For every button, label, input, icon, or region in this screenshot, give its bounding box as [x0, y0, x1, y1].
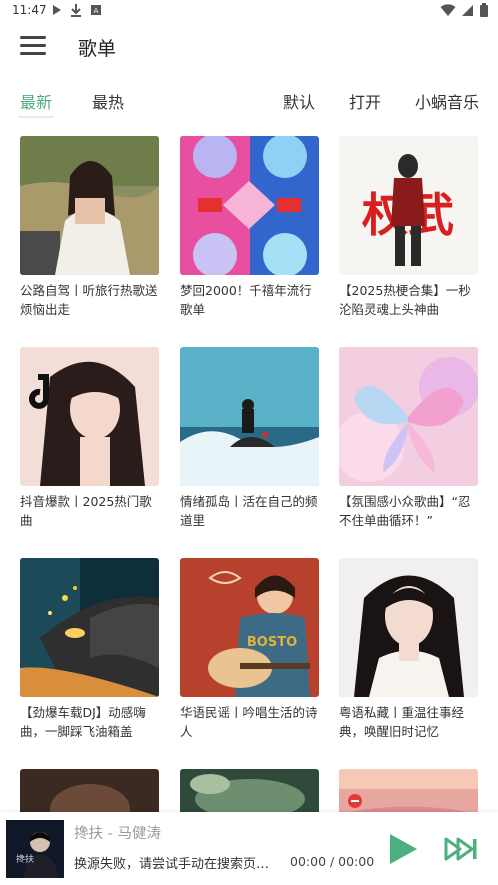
playlist-cover [339, 347, 478, 486]
playlist-card[interactable]: 情绪孤岛丨活在自己的频道里 [180, 347, 319, 530]
app-notification-icon: A [91, 5, 101, 15]
tab-hottest[interactable]: 最热 [92, 89, 124, 113]
filter-bar: 最新 最热 默认 打开 小蜗音乐 [0, 80, 498, 118]
playlist-cover [20, 136, 159, 275]
playlist-card[interactable]: 【劲爆车载DJ】动感嗨曲，一脚踩飞油箱盖 [20, 558, 159, 741]
signal-icon [462, 4, 473, 16]
svg-text:搀扶: 搀扶 [16, 853, 34, 865]
playlist-cover [339, 558, 478, 697]
status-right-icons [440, 3, 488, 17]
battery-icon [480, 3, 488, 17]
menu-icon[interactable] [20, 36, 46, 58]
now-playing-title: 搀扶 - 马健涛 [74, 826, 161, 842]
playlist-cover [180, 136, 319, 275]
playlist-title: 粤语私藏丨重温往事经典，唤醒旧时记忆 [339, 705, 465, 739]
status-bar: 11:47 A [0, 0, 498, 22]
playlist-cover: BOSTO [180, 558, 319, 697]
playlist-title: 华语民谣丨吟唱生活的诗人 [180, 705, 318, 739]
playlist-title: 抖音爆款丨2025热门歌曲 [20, 494, 152, 528]
status-time: 11:47 [12, 3, 47, 17]
play-notification-icon [53, 5, 61, 15]
mini-player[interactable]: 搀扶 搀扶 - 马健涛 换源失败，请尝试手动在搜索页指定歌曲 00:00 / 0… [0, 812, 498, 885]
playlist-card[interactable]: 公路自驾丨听旅行热歌送烦恼出走 [20, 136, 159, 319]
wifi-icon [440, 3, 456, 16]
app-bar: 歌单 [0, 22, 498, 72]
playlist-card[interactable]: BOSTO 华语民谣丨吟唱生活的诗人 [180, 558, 319, 741]
playlist-cover [20, 347, 159, 486]
playlist-card[interactable]: 权武 【2025热梗合集】一秒沦陷灵魂上头神曲 [339, 136, 478, 319]
svg-text:A: A [94, 7, 99, 15]
playlist-title: 梦回2000！千禧年流行歌单 [180, 283, 312, 317]
xiaowo-music-button[interactable]: 小蜗音乐 [415, 89, 479, 113]
playlist-cover: 权武 [339, 136, 478, 275]
status-left-icons: A [52, 3, 102, 17]
playlist-cover [180, 347, 319, 486]
playlist-card[interactable]: 抖音爆款丨2025热门歌曲 [20, 347, 159, 530]
playlist-title: 【2025热梗合集】一秒沦陷灵魂上头神曲 [339, 283, 471, 317]
player-album-cover[interactable]: 搀扶 [6, 820, 64, 878]
playlist-card[interactable]: 梦回2000！千禧年流行歌单 [180, 136, 319, 319]
play-icon[interactable] [387, 832, 419, 866]
playlist-title: 情绪孤岛丨活在自己的频道里 [180, 494, 318, 528]
playback-status: 换源失败，请尝试手动在搜索页指定歌曲 [74, 857, 274, 872]
playlist-card[interactable]: 【氛围感小众歌曲】“忍不住单曲循环！” [339, 347, 478, 530]
page-title: 歌单 [78, 38, 117, 60]
download-icon [71, 4, 81, 17]
skip-next-icon[interactable] [444, 837, 478, 861]
playlist-title: 【劲爆车载DJ】动感嗨曲，一脚踩飞油箱盖 [20, 705, 146, 739]
playlist-cover [20, 558, 159, 697]
playlist-title: 公路自驾丨听旅行热歌送烦恼出走 [20, 283, 158, 317]
tab-newest[interactable]: 最新 [17, 89, 55, 118]
playback-time: 00:00 / 00:00 [290, 854, 375, 869]
playlist-card[interactable]: 粤语私藏丨重温往事经典，唤醒旧时记忆 [339, 558, 478, 741]
playlist-title: 【氛围感小众歌曲】“忍不住单曲循环！” [339, 494, 471, 528]
open-button[interactable]: 打开 [349, 89, 381, 113]
default-button[interactable]: 默认 [283, 89, 315, 113]
svg-text:BOSTO: BOSTO [247, 635, 297, 650]
